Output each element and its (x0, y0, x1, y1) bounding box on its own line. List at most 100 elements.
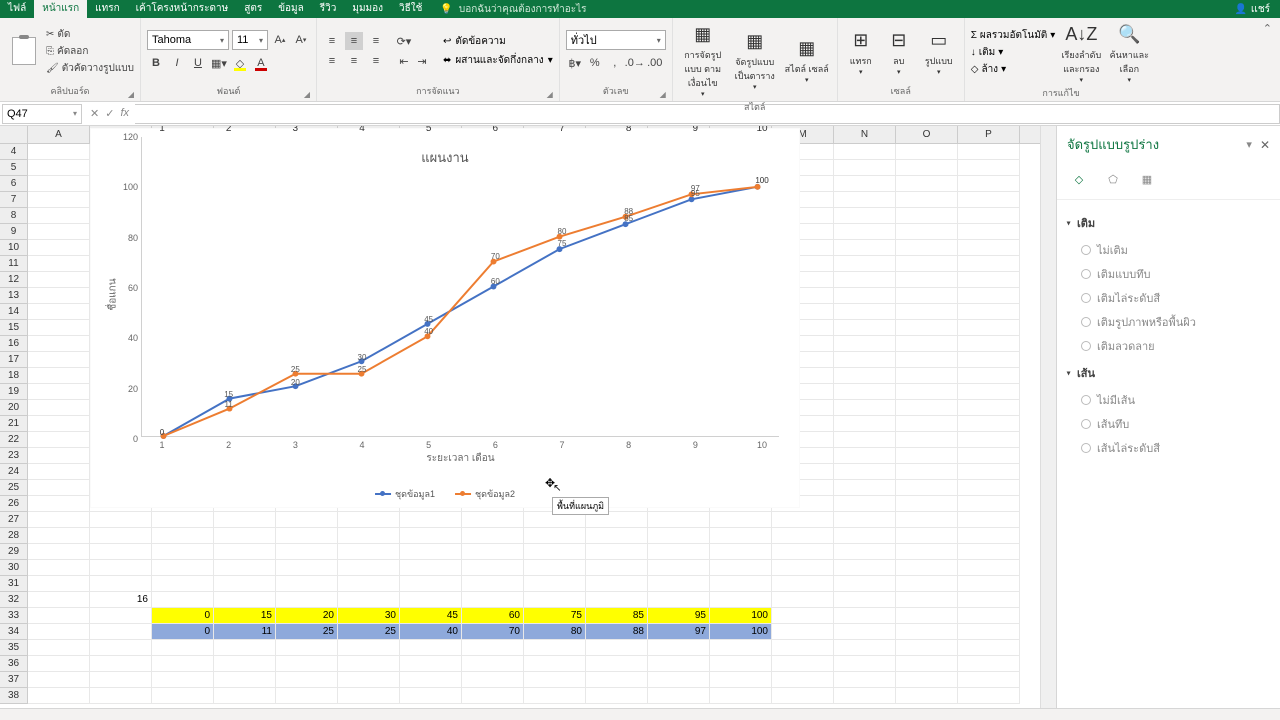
cell[interactable] (834, 528, 896, 544)
cell[interactable] (958, 144, 1020, 160)
cell[interactable] (958, 272, 1020, 288)
cell[interactable] (276, 576, 338, 592)
cell[interactable] (152, 688, 214, 704)
bold-button[interactable]: B (147, 54, 165, 72)
cell[interactable] (958, 592, 1020, 608)
cell[interactable] (214, 656, 276, 672)
dialog-launcher-icon[interactable]: ◢ (128, 90, 134, 99)
cell[interactable] (834, 192, 896, 208)
cell[interactable] (958, 624, 1020, 640)
cell[interactable] (958, 256, 1020, 272)
currency-icon[interactable]: ฿▾ (566, 54, 584, 72)
row-header[interactable]: 38 (0, 688, 28, 704)
cell[interactable] (834, 688, 896, 704)
cell[interactable] (710, 544, 772, 560)
row-header[interactable]: 11 (0, 256, 28, 272)
cell[interactable] (896, 160, 958, 176)
cell[interactable] (648, 656, 710, 672)
cell[interactable] (28, 288, 90, 304)
format-table-button[interactable]: ▦จัดรูปแบบ เป็นตาราง▾ (731, 27, 779, 91)
cell[interactable]: 0 (152, 624, 214, 640)
cell[interactable] (834, 176, 896, 192)
legend-item[interactable]: ชุดข้อมูล1 (375, 487, 435, 501)
sort-filter-button[interactable]: A↓Zเรียงลำดับ และกรอง▾ (1059, 20, 1103, 84)
cell[interactable] (214, 672, 276, 688)
cell[interactable] (958, 224, 1020, 240)
row-header[interactable]: 23 (0, 448, 28, 464)
number-format-combo[interactable]: ทั่วไป▾ (566, 30, 666, 50)
cut-button[interactable]: ✂ ตัด (46, 27, 134, 42)
cell[interactable] (834, 560, 896, 576)
cell[interactable] (28, 144, 90, 160)
cell[interactable] (896, 624, 958, 640)
cell[interactable] (834, 544, 896, 560)
align-middle-icon[interactable]: ≡ (345, 32, 363, 50)
cell[interactable] (524, 640, 586, 656)
dialog-launcher-icon[interactable]: ◢ (547, 90, 553, 99)
cell[interactable] (896, 320, 958, 336)
cell[interactable] (772, 560, 834, 576)
cell[interactable] (772, 640, 834, 656)
cell[interactable] (896, 576, 958, 592)
cell[interactable] (834, 640, 896, 656)
row-header[interactable]: 16 (0, 336, 28, 352)
cell[interactable] (958, 400, 1020, 416)
cell[interactable] (710, 672, 772, 688)
tab-หน้าแรก[interactable]: หน้าแรก (34, 0, 87, 18)
cell[interactable] (710, 576, 772, 592)
cell[interactable] (958, 416, 1020, 432)
cell[interactable] (834, 384, 896, 400)
cell[interactable] (648, 592, 710, 608)
cell[interactable] (28, 224, 90, 240)
cell[interactable] (834, 432, 896, 448)
cell[interactable] (90, 608, 152, 624)
cell[interactable] (834, 304, 896, 320)
cell[interactable] (400, 512, 462, 528)
increase-font-icon[interactable]: A▴ (271, 31, 289, 49)
cell[interactable] (772, 624, 834, 640)
x-axis-label[interactable]: ระยะเวลา เดือน (426, 451, 494, 466)
cell[interactable] (586, 576, 648, 592)
cell[interactable] (28, 320, 90, 336)
cell[interactable] (462, 576, 524, 592)
italic-button[interactable]: I (168, 54, 186, 72)
row-header[interactable]: 13 (0, 288, 28, 304)
cell[interactable] (958, 160, 1020, 176)
comma-icon[interactable]: , (606, 54, 624, 72)
cell[interactable] (648, 576, 710, 592)
cell[interactable] (896, 528, 958, 544)
cell[interactable] (958, 288, 1020, 304)
cell[interactable] (28, 640, 90, 656)
pane-section[interactable]: ▸เส้น (1067, 364, 1270, 382)
pane-option[interactable]: เติมไล่ระดับสี (1067, 286, 1270, 310)
cell[interactable] (648, 560, 710, 576)
cell[interactable] (152, 528, 214, 544)
cell[interactable] (834, 416, 896, 432)
cell[interactable] (586, 592, 648, 608)
cell[interactable] (400, 688, 462, 704)
cell[interactable] (710, 528, 772, 544)
cell[interactable] (586, 688, 648, 704)
cell[interactable] (152, 672, 214, 688)
cell[interactable] (772, 672, 834, 688)
cell[interactable] (834, 208, 896, 224)
cell[interactable] (28, 496, 90, 512)
cell[interactable] (648, 640, 710, 656)
cell[interactable] (28, 384, 90, 400)
cell[interactable] (958, 544, 1020, 560)
cell[interactable] (338, 688, 400, 704)
cell[interactable] (400, 640, 462, 656)
increase-indent-icon[interactable]: ⇥ (413, 52, 431, 70)
row-header[interactable]: 12 (0, 272, 28, 288)
font-size-combo[interactable]: 11▾ (232, 30, 268, 50)
cell[interactable] (834, 288, 896, 304)
cell[interactable] (896, 288, 958, 304)
cell[interactable] (834, 400, 896, 416)
cell[interactable] (896, 592, 958, 608)
cell[interactable] (772, 544, 834, 560)
align-center-icon[interactable]: ≡ (345, 52, 363, 70)
cell[interactable] (90, 640, 152, 656)
cell[interactable]: 85 (586, 608, 648, 624)
cell[interactable] (834, 656, 896, 672)
row-header[interactable]: 8 (0, 208, 28, 224)
